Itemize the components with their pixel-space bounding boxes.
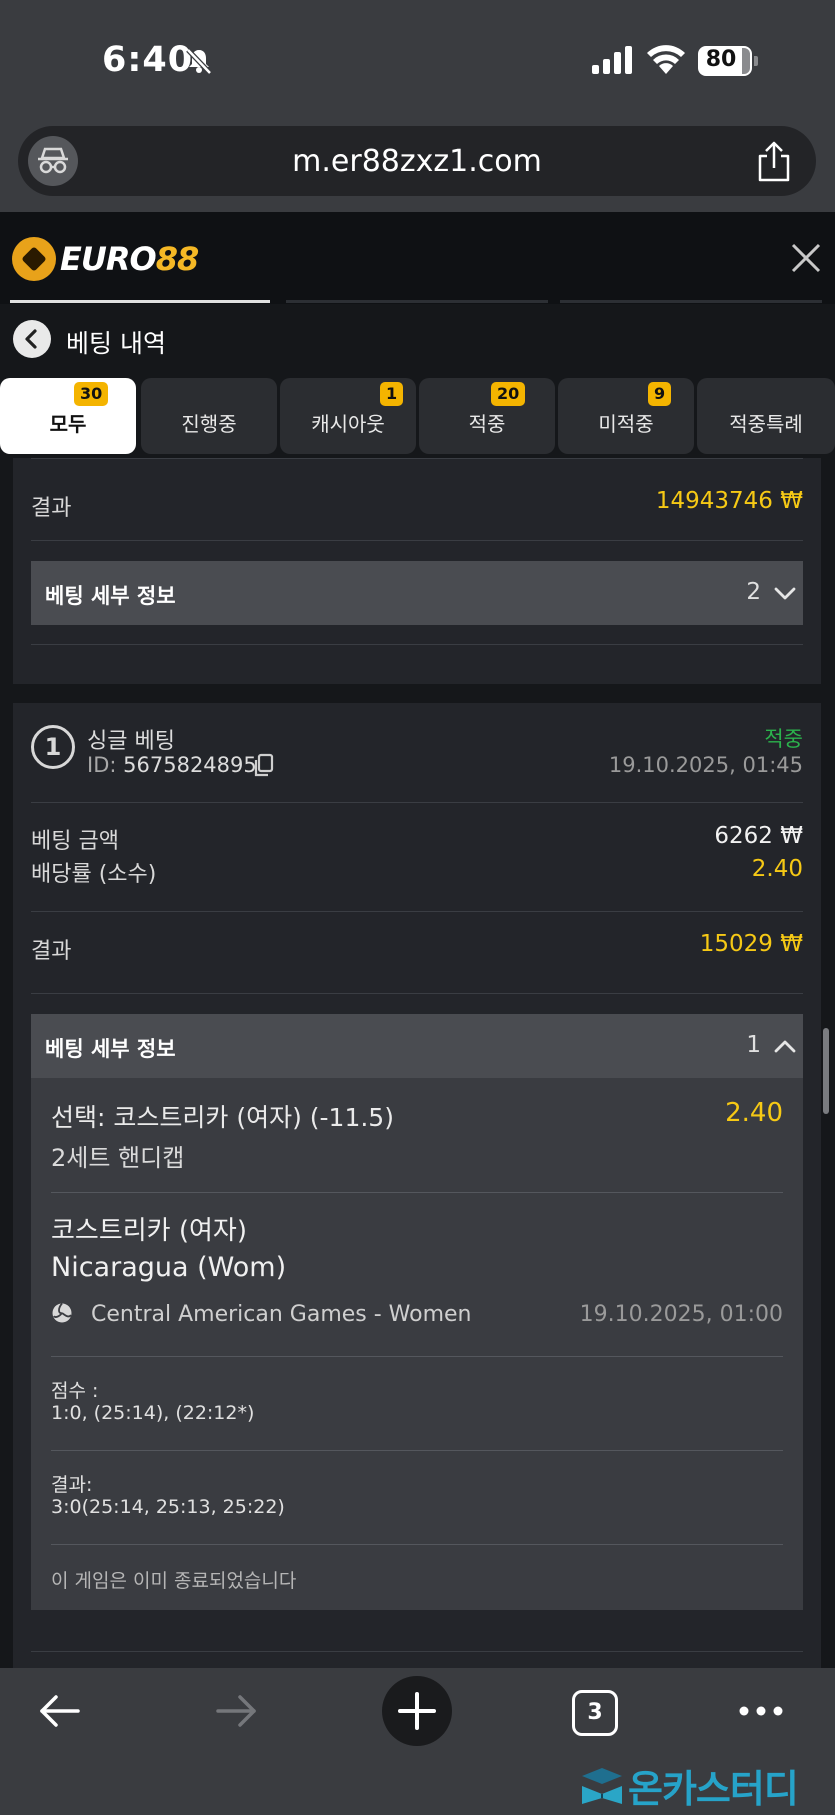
tab-special[interactable]: 적중특례 <box>697 378 835 454</box>
final-result-value: 3:0(25:14, 25:13, 25:22) <box>51 1496 285 1518</box>
cellular-signal-icon <box>592 46 632 74</box>
close-icon[interactable] <box>790 242 822 274</box>
bet-datetime: 19.10.2025, 01:45 <box>608 753 803 777</box>
tab-label: 모두 <box>49 412 87 436</box>
filter-tabs: 30 모두 진행중 1 캐시아웃 20 적중 9 미적중 적중특례 <box>0 374 835 458</box>
new-tab-button[interactable] <box>382 1676 452 1746</box>
tab-all[interactable]: 30 모두 <box>0 378 136 454</box>
tab-label: 캐시아웃 <box>311 412 385 436</box>
bell-muted-icon <box>186 48 212 75</box>
battery-level: 80 <box>705 47 737 72</box>
back-arrow-icon[interactable] <box>36 1688 82 1734</box>
game-ended-note: 이 게임은 이미 종료되었습니다 <box>51 1570 297 1592</box>
forward-arrow-icon[interactable] <box>214 1688 260 1734</box>
bet-history-list[interactable]: 결과 14943746 ₩ 베팅 세부 정보 2 1 싱글 베팅 ID: 567… <box>0 458 835 1668</box>
app-header: EURO88 <box>0 212 835 304</box>
page-header: 베팅 내역 <box>0 304 835 374</box>
tab-label: 미적중 <box>598 412 654 436</box>
tab-label: 적중특례 <box>729 412 803 436</box>
selection-pick: 선택: 코스트리카 (여자) (-11.5) <box>51 1103 394 1132</box>
details-count: 2 <box>746 579 761 605</box>
watermark: 온카스터디 <box>578 1758 799 1813</box>
volleyball-icon <box>52 1302 72 1323</box>
result-label: 결과 <box>31 496 72 521</box>
odds-value: 2.40 <box>751 856 803 882</box>
bet-id: ID: 5675824895 <box>87 753 257 777</box>
status-bar: 6:40 80 <box>0 0 835 120</box>
soccer-ball-icon <box>12 237 56 281</box>
wifi-icon <box>647 45 685 74</box>
final-result-label: 결과: <box>51 1474 93 1496</box>
bet-status-badge: 적중 <box>764 727 803 751</box>
tab-label: 적중 <box>468 412 506 436</box>
page-title: 베팅 내역 <box>66 329 166 358</box>
event-datetime: 19.10.2025, 01:00 <box>579 1302 783 1327</box>
chevron-up-icon <box>774 1040 796 1053</box>
team-home: 코스트리카 (여자) <box>51 1216 247 1246</box>
tab-badge: 9 <box>648 382 672 406</box>
chevron-left-icon <box>25 329 37 349</box>
score-value: 1:0, (25:14), (22:12*) <box>51 1402 255 1424</box>
address-bar[interactable]: m.er88zxz1.com <box>18 126 816 196</box>
scrollbar[interactable] <box>823 1028 829 1114</box>
team-away: Nicaragua (Wom) <box>51 1252 287 1283</box>
more-icon[interactable] <box>738 1704 784 1718</box>
tab-badge: 1 <box>380 382 404 406</box>
copy-icon[interactable] <box>253 753 275 777</box>
odds-label: 배당률 (소수) <box>31 862 157 887</box>
bet-details-toggle[interactable]: 베팅 세부 정보 1 <box>31 1014 803 1078</box>
bet-number-badge: 1 <box>31 725 75 769</box>
bet-type: 싱글 베팅 <box>87 729 175 754</box>
plus-icon <box>398 1692 436 1730</box>
euro88-logo[interactable]: EURO88 <box>12 236 199 282</box>
details-title: 베팅 세부 정보 <box>45 1037 176 1061</box>
score-label: 점수 : <box>51 1380 99 1402</box>
bet-card: 1 싱글 베팅 ID: 5675824895 적중 19.10.2025, 01… <box>13 703 821 1668</box>
result-label: 결과 <box>31 939 72 964</box>
browser-bottom-bar: 3 온카스터디 <box>0 1668 835 1815</box>
details-title: 베팅 세부 정보 <box>45 584 176 608</box>
back-button[interactable] <box>13 320 51 358</box>
chevron-down-icon <box>774 587 796 600</box>
tab-lost[interactable]: 9 미적중 <box>558 378 694 454</box>
tab-badge: 20 <box>491 382 526 406</box>
bet-details-panel: 선택: 코스트리카 (여자) (-11.5) 2.40 2세트 핸디캡 코스트리… <box>31 1078 803 1610</box>
selection-odds: 2.40 <box>725 1098 783 1128</box>
tabs-count-button[interactable]: 3 <box>572 1690 618 1736</box>
result-value: 15029 ₩ <box>699 931 803 957</box>
tab-in-progress[interactable]: 진행중 <box>141 378 277 454</box>
book-graduation-icon <box>582 1767 622 1804</box>
bet-card: 결과 14943746 ₩ 베팅 세부 정보 2 <box>13 458 821 684</box>
battery-icon: 80 <box>698 46 758 76</box>
result-value: 14943746 ₩ <box>655 488 803 514</box>
tab-won[interactable]: 20 적중 <box>419 378 555 454</box>
selection-market: 2세트 핸디캡 <box>51 1144 185 1172</box>
tab-cashout[interactable]: 1 캐시아웃 <box>280 378 416 454</box>
stake-value: 6262 ₩ <box>714 823 803 849</box>
stake-label: 베팅 금액 <box>31 829 119 854</box>
tab-label: 진행중 <box>181 412 237 436</box>
bet-details-toggle[interactable]: 베팅 세부 정보 2 <box>31 561 803 625</box>
details-count: 1 <box>746 1032 761 1058</box>
share-icon[interactable] <box>754 140 794 184</box>
tab-badge: 30 <box>74 382 109 406</box>
status-time: 6:40 <box>102 40 194 80</box>
watermark-text: 온카스터디 <box>628 1767 799 1811</box>
league-name: Central American Games - Women <box>91 1302 472 1327</box>
browser-toolbar: m.er88zxz1.com <box>0 120 835 212</box>
url-text[interactable]: m.er88zxz1.com <box>18 144 816 179</box>
